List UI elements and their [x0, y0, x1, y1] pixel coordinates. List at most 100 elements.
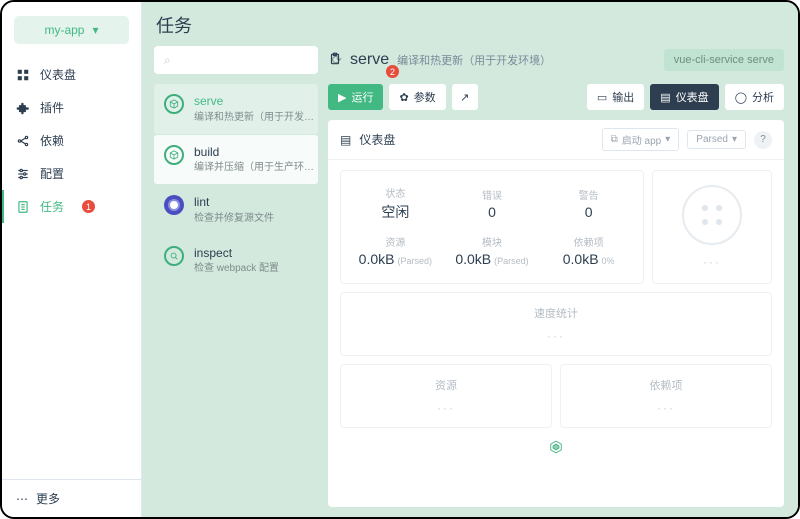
tasks-badge: 1 [82, 200, 95, 213]
placeholder-dots: ··· [349, 329, 763, 343]
nav-plugins-label: 插件 [40, 99, 64, 116]
open-app-chip[interactable]: ⧉ 启动 app ▾ [602, 128, 680, 151]
placeholder-dots: ··· [703, 255, 721, 269]
content: 任务 ⌕ ⟳ serve 编译和热更新（用于开发环… [142, 2, 798, 517]
task-desc: 检查 webpack 配置 [194, 262, 279, 275]
nav-tasks-label: 任务 [40, 198, 64, 215]
open-icon: ⧉ [611, 134, 618, 145]
run-button[interactable]: ▶ 运行 [328, 84, 383, 110]
task-toolbar: ▶ 运行 ✿ 参数 ↗ ▭ 输出 [328, 84, 784, 110]
stat-modules: 模块 0.0kB(Parsed) [446, 230, 539, 271]
donut-card: ··· [652, 170, 772, 284]
nav-config[interactable]: 配置 [2, 157, 141, 190]
tasks-column: ⌕ ⟳ serve 编译和热更新（用于开发环… [142, 46, 318, 517]
output-label: 输出 [612, 89, 634, 105]
analyze-icon: ◯ [735, 91, 747, 104]
stat-warnings: 警告 0 [542, 181, 635, 226]
stats-card: 状态 空闲 错误 0 警告 0 [340, 170, 644, 284]
page-title: 任务 [142, 2, 798, 46]
deps-icon [16, 134, 30, 148]
params-label: 参数 [414, 89, 436, 105]
search-icon: ⌕ [164, 53, 171, 68]
stat-errors: 错误 0 [446, 181, 539, 226]
panel-head: ▤ 仪表盘 ⧉ 启动 app ▾ Parsed ▾ ? [328, 120, 784, 160]
nav-dashboard[interactable]: 仪表盘 [2, 58, 141, 91]
task-item-inspect[interactable]: inspect 检查 webpack 配置 [154, 236, 318, 286]
nav-more[interactable]: ⋯ 更多 [2, 479, 141, 517]
task-name: inspect [194, 246, 279, 262]
task-item-serve[interactable]: serve 编译和热更新（用于开发环… [154, 84, 318, 134]
task-badge: 2 [386, 65, 399, 78]
nav-deps-label: 依赖 [40, 132, 64, 149]
stat-deps: 依赖项 0.0kB0% [542, 230, 635, 271]
inspect-icon [164, 246, 184, 266]
task-item-lint[interactable]: lint 检查并修复源文件 [154, 185, 318, 235]
clipboard-icon [328, 52, 342, 69]
analyze-label: 分析 [752, 89, 774, 105]
nav-tasks[interactable]: 任务 1 [2, 190, 141, 223]
assets-card: 资源 ··· [340, 364, 552, 428]
eslint-icon [164, 195, 184, 215]
parsed-label: Parsed [696, 134, 728, 145]
stat-assets: 资源 0.0kB(Parsed) [349, 230, 442, 271]
panel-title: 仪表盘 [359, 131, 395, 148]
deps-title: 依赖项 [569, 377, 763, 393]
task-command: vue-cli-service serve [664, 49, 784, 71]
nav-dashboard-label: 仪表盘 [40, 66, 76, 83]
cube-icon [164, 145, 184, 165]
open-app-label: 启动 app [622, 132, 661, 147]
dashboard-panel: ▤ 仪表盘 ⧉ 启动 app ▾ Parsed ▾ ? [328, 120, 784, 507]
more-icon: ⋯ [16, 492, 28, 506]
external-icon: ↗ [460, 91, 469, 104]
analyze-button[interactable]: ◯ 分析 [725, 84, 784, 110]
open-external-button[interactable]: ↗ [452, 84, 478, 110]
panel-body: 状态 空闲 错误 0 警告 0 [328, 160, 784, 471]
task-detail: serve 编译和热更新（用于开发环境） vue-cli-service ser… [318, 46, 798, 517]
task-name: lint [194, 195, 274, 211]
nav-deps[interactable]: 依赖 [2, 124, 141, 157]
task-desc: 编译和热更新（用于开发环… [194, 111, 314, 124]
search-input[interactable] [177, 53, 332, 67]
dashboard-label: 仪表盘 [676, 89, 709, 105]
parsed-select[interactable]: Parsed ▾ [687, 130, 746, 149]
tasks-icon [16, 200, 30, 214]
task-item-build[interactable]: build 编译并压缩（用于生产环境… [154, 135, 318, 185]
gear-icon: ✿ [399, 91, 408, 104]
dashboard-btn-icon: ▤ [660, 91, 670, 104]
speed-title: 速度统计 [349, 305, 763, 321]
dashboard-icon [16, 68, 30, 82]
output-button[interactable]: ▭ 输出 [587, 84, 644, 110]
dashboard-button[interactable]: ▤ 仪表盘 [650, 84, 718, 110]
terminal-icon: ▭ [597, 91, 607, 104]
sidebar: my-app ▾ 仪表盘 插件 依赖 配置 任务 1 [2, 2, 142, 517]
panel-icon: ▤ [340, 133, 351, 147]
assets-title: 资源 [349, 377, 543, 393]
nav: 仪表盘 插件 依赖 配置 任务 1 [2, 54, 141, 479]
speed-card: 速度统计 ··· [340, 292, 772, 356]
deps-card: 依赖项 ··· [560, 364, 772, 428]
task-list: serve 编译和热更新（用于开发环… build 编译并压缩（用于生产环境… [154, 84, 318, 286]
cube-icon [164, 94, 184, 114]
run-label: 运行 [351, 89, 373, 105]
nav-config-label: 配置 [40, 165, 64, 182]
task-title: serve [350, 51, 389, 69]
task-desc: 编译并压缩（用于生产环境… [194, 161, 314, 174]
task-search[interactable]: ⌕ ⟳ [154, 46, 318, 74]
chevron-down-icon: ▾ [665, 134, 670, 145]
params-button[interactable]: ✿ 参数 [389, 84, 445, 110]
config-icon [16, 167, 30, 181]
donut-chart [682, 185, 742, 245]
help-button[interactable]: ? [754, 131, 772, 149]
play-icon: ▶ [338, 91, 346, 104]
dropdown-icon: ▾ [92, 23, 98, 37]
task-name: serve [194, 94, 314, 110]
webpack-icon [340, 436, 772, 461]
nav-plugins[interactable]: 插件 [2, 91, 141, 124]
chevron-down-icon: ▾ [732, 134, 737, 145]
task-header: serve 编译和热更新（用于开发环境） vue-cli-service ser… [328, 46, 784, 74]
nav-more-label: 更多 [36, 490, 60, 507]
task-subtitle: 编译和热更新（用于开发环境） [397, 52, 551, 68]
project-selector[interactable]: my-app ▾ [14, 16, 129, 44]
stat-status: 状态 空闲 [349, 181, 442, 226]
placeholder-dots: ··· [569, 401, 763, 415]
